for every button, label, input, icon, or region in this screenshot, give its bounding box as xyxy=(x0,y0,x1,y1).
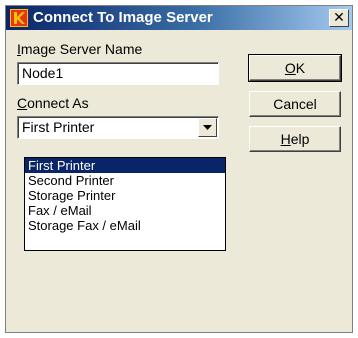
kodak-k-logo-icon xyxy=(10,9,28,27)
title-bar[interactable]: Connect To Image Server ✕ xyxy=(6,6,352,30)
connect-as-select[interactable]: First Printer xyxy=(17,116,219,139)
help-text: elp xyxy=(290,131,310,147)
window-title: Connect To Image Server xyxy=(33,9,213,26)
server-name-label: Image Server Name xyxy=(17,41,142,57)
connect-as-label-mnemonic: C xyxy=(17,95,28,111)
connect-as-selected-value: First Printer xyxy=(22,119,95,135)
server-name-label-text: mage Server Name xyxy=(20,41,143,57)
server-name-value: Node1 xyxy=(22,65,64,81)
help-mnemonic: H xyxy=(280,131,291,147)
server-name-input[interactable]: Node1 xyxy=(17,62,219,85)
connect-as-label: Connect As xyxy=(17,95,89,111)
ok-text: K xyxy=(295,60,306,76)
list-item[interactable]: Fax / eMail xyxy=(25,203,225,218)
connect-as-label-text: onnect As xyxy=(27,95,89,111)
ok-mnemonic: O xyxy=(284,60,296,76)
close-icon: ✕ xyxy=(333,9,345,25)
list-item[interactable]: Storage Printer xyxy=(25,188,225,203)
help-button[interactable]: Help xyxy=(249,126,341,152)
list-item[interactable]: Second Printer xyxy=(25,173,225,188)
chevron-down-icon xyxy=(203,125,212,130)
list-item[interactable]: Storage Fax / eMail xyxy=(25,218,225,233)
list-item[interactable]: First Printer xyxy=(25,158,225,173)
close-button[interactable]: ✕ xyxy=(329,9,349,27)
dropdown-arrow-button[interactable] xyxy=(198,118,217,137)
ok-button[interactable]: OK xyxy=(248,54,342,82)
cancel-button[interactable]: Cancel xyxy=(249,91,341,117)
connect-as-dropdown-list[interactable]: First Printer Second Printer Storage Pri… xyxy=(24,157,226,251)
cancel-text: Cancel xyxy=(273,96,317,112)
